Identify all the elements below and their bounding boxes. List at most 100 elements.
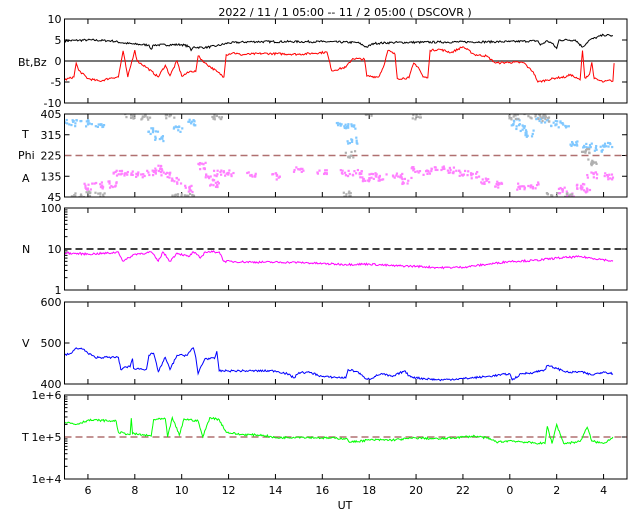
data-point (176, 193, 180, 196)
x-tick-label: 2 (553, 484, 560, 497)
data-point (191, 193, 194, 197)
data-point (181, 127, 184, 130)
data-point (487, 178, 490, 181)
data-point (133, 116, 136, 119)
data-point (131, 170, 134, 173)
data-point (406, 182, 409, 185)
data-point (563, 197, 565, 199)
data-point (547, 116, 550, 120)
data-point (159, 168, 162, 171)
data-point (114, 170, 117, 174)
data-point (140, 173, 143, 176)
data-point (275, 178, 278, 181)
data-point (74, 122, 77, 125)
series-phi-toward (64, 115, 614, 153)
data-point (430, 170, 433, 173)
data-point (515, 125, 518, 128)
data-point (354, 127, 357, 130)
data-point (355, 136, 358, 139)
data-point (529, 186, 532, 189)
data-point (372, 177, 375, 180)
data-point (459, 171, 462, 174)
data-point (166, 175, 169, 179)
data-point (188, 188, 192, 191)
data-point (99, 192, 102, 195)
data-point (541, 120, 544, 123)
data-point (565, 125, 568, 128)
data-point (170, 179, 173, 182)
chart-title: 2022 / 11 / 1 05:00 -- 11 / 2 05:00 ( DS… (218, 6, 471, 19)
data-point (115, 181, 118, 184)
data-point (611, 178, 614, 181)
data-point (84, 184, 87, 187)
data-point (371, 111, 373, 113)
data-point (341, 172, 344, 175)
data-point (524, 134, 527, 137)
data-point (582, 150, 585, 154)
data-point (347, 155, 350, 158)
data-point (480, 181, 483, 184)
data-point (108, 182, 111, 185)
y-tick-label: 225 (41, 150, 62, 163)
data-point (154, 130, 158, 133)
data-point (518, 185, 521, 188)
data-point (341, 169, 344, 172)
data-point (211, 178, 214, 181)
data-point (250, 173, 253, 177)
data-point (94, 125, 97, 128)
data-point (213, 118, 216, 121)
data-point (87, 183, 90, 186)
data-point (584, 150, 587, 153)
x-tick-label: 10 (175, 484, 189, 497)
data-point (550, 124, 553, 128)
data-point (348, 190, 351, 193)
data-point (576, 183, 579, 186)
data-point (141, 176, 144, 179)
data-point (567, 125, 570, 128)
data-point (440, 168, 443, 172)
data-point (149, 132, 152, 136)
data-point (353, 150, 357, 153)
data-point (202, 163, 205, 166)
data-point (532, 129, 535, 132)
data-point (606, 141, 610, 145)
data-point (527, 184, 530, 188)
data-point (484, 177, 487, 180)
data-point (512, 122, 515, 126)
data-point (514, 117, 518, 121)
data-point (530, 135, 534, 138)
data-point (171, 194, 174, 197)
x-tick-label: 22 (456, 484, 470, 497)
data-point (571, 141, 574, 144)
data-point (570, 144, 573, 148)
data-point (146, 116, 149, 119)
data-point (378, 179, 381, 182)
data-point (368, 177, 371, 180)
data-point (544, 117, 547, 121)
data-point (130, 173, 133, 176)
data-point (213, 174, 216, 177)
data-point (361, 176, 364, 179)
data-point (347, 169, 350, 172)
data-point (120, 169, 124, 173)
data-point (609, 177, 612, 180)
data-point (203, 167, 206, 171)
data-point (588, 148, 591, 151)
data-point (571, 193, 574, 196)
data-point (91, 182, 94, 185)
data-point (175, 176, 178, 180)
data-point (517, 117, 520, 121)
data-point (87, 119, 90, 122)
data-point (101, 184, 104, 187)
x-axis-label: UT (338, 499, 353, 512)
data-point (188, 192, 192, 196)
data-point (192, 123, 195, 126)
data-point (159, 171, 163, 174)
data-point (530, 117, 533, 120)
data-point (129, 116, 133, 120)
series-n (64, 250, 614, 270)
data-point (442, 165, 445, 168)
data-point (165, 117, 168, 120)
data-point (517, 124, 521, 127)
data-point (452, 170, 455, 173)
